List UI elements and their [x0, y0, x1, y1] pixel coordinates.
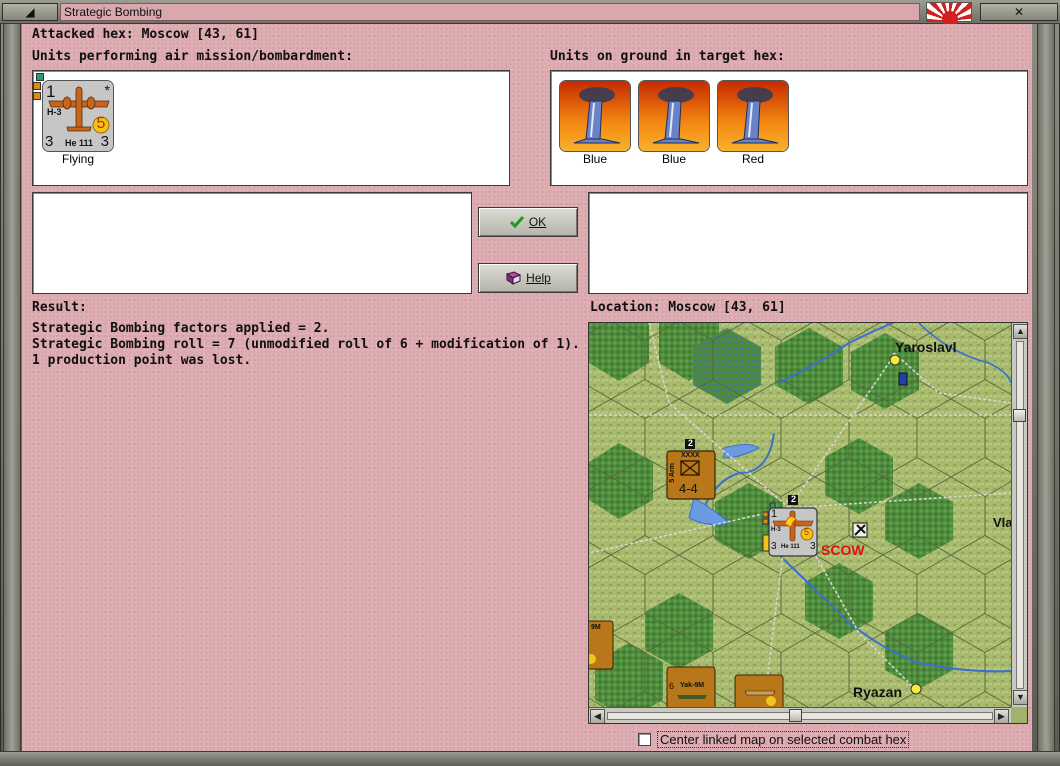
window-title: Strategic Bombing — [60, 3, 920, 21]
air-unit-counter[interactable]: 1 * H-3 5 3 3 He 111 — [42, 80, 114, 152]
left-frame-rail[interactable] — [3, 24, 21, 751]
unit-type: He 111 — [64, 138, 94, 148]
air-units-panel[interactable]: 1 * H-3 5 3 3 He 111 Flying — [32, 70, 510, 186]
attacked-hex-label: Attacked hex: Moscow [43, 61] — [32, 27, 259, 42]
ground-units-label: Units on ground in target hex: — [550, 49, 785, 64]
ok-button-label: OK — [528, 215, 547, 229]
help-button[interactable]: Help — [478, 263, 578, 293]
bomber-left-value: 3 — [771, 541, 777, 552]
bomber-right-value: 3 — [810, 541, 816, 552]
ground-units-panel[interactable]: Blue Blue Red — [550, 70, 1028, 186]
factory-icon — [639, 81, 709, 151]
right-frame-rail[interactable] — [1037, 24, 1055, 751]
result-line: Strategic Bombing roll = 7 (unmodified r… — [32, 337, 580, 352]
ok-button[interactable]: OK — [478, 207, 578, 237]
minimize-button[interactable]: ◢ — [2, 3, 58, 21]
dialog-client-area: Attacked hex: Moscow [43, 61] Units perf… — [22, 24, 1032, 751]
result-text: Strategic Bombing factors applied = 2. S… — [32, 321, 592, 369]
city-label: Ryazan — [853, 684, 903, 700]
capital-city-label: SCOW — [821, 542, 865, 558]
title-bar: ◢ Strategic Bombing ✕ — [0, 0, 1060, 27]
hex-map — [589, 323, 1012, 719]
center-map-checkbox[interactable] — [638, 732, 651, 746]
bomber-type: He 111 — [781, 544, 800, 550]
scroll-up-arrow-icon[interactable]: ▲ — [1013, 324, 1027, 339]
bomber-first-value: 1 — [771, 508, 778, 520]
horizontal-scroll-thumb[interactable] — [789, 709, 802, 722]
vertical-scroll-track[interactable] — [1016, 341, 1024, 689]
ground-unit-label: Blue — [661, 152, 687, 166]
ground-unit-counter[interactable] — [717, 80, 789, 152]
fighter-type: Yak-9M — [680, 682, 705, 689]
ground-unit-label: Blue — [582, 152, 608, 166]
city-label: Vla — [993, 515, 1013, 530]
ground-unit-counter[interactable] — [559, 80, 631, 152]
unit-top-value: 1 — [46, 82, 56, 101]
checkmark-icon — [509, 216, 524, 228]
unit-circle-value: 5 — [96, 115, 106, 132]
bomber-circle-value: 5 — [804, 527, 810, 537]
factory-icon — [560, 81, 630, 151]
scroll-down-arrow-icon[interactable]: ▼ — [1013, 690, 1027, 705]
location-label: Location: Moscow [43, 61] — [590, 300, 786, 315]
ground-unit-label: Red — [741, 152, 764, 166]
factory-icon — [718, 81, 788, 151]
ground-unit-counter[interactable] — [638, 80, 710, 152]
status-marker-icon — [36, 73, 44, 81]
help-button-label: Help — [526, 271, 551, 285]
attacker-details-panel[interactable] — [32, 192, 472, 294]
center-map-label[interactable]: Center linked map on selected combat hex — [657, 730, 910, 748]
fighter-counter[interactable] — [734, 674, 784, 712]
minimize-icon: ◢ — [25, 5, 35, 19]
map-horizontal-scrollbar[interactable]: ◀ ▶ — [589, 707, 1011, 723]
defender-details-panel[interactable] — [588, 192, 1028, 294]
location-map[interactable]: Yaroslavl Vla Ryazan SCOW 2 XXXX 5 Arm 4… — [588, 322, 1028, 724]
air-unit-status: Flying — [61, 152, 94, 166]
city-label: Yaroslavl — [895, 339, 957, 355]
army-strength: 4-4 — [679, 481, 698, 496]
unit-code: H-3 — [47, 107, 62, 117]
fighter-type: 9M — [591, 624, 601, 631]
bomber-code: H-3 — [771, 527, 781, 533]
vertical-scroll-thumb[interactable] — [1013, 409, 1026, 422]
rising-sun-flag-icon — [926, 2, 972, 27]
map-vertical-scrollbar[interactable]: ▲ ▼ — [1011, 323, 1027, 707]
fighter-value: 6 — [669, 681, 675, 691]
army-stack-count: 2 — [688, 438, 694, 448]
result-line: 1 production point was lost. — [32, 353, 252, 368]
close-icon: ✕ — [1013, 5, 1025, 19]
close-button[interactable]: ✕ — [980, 3, 1058, 21]
result-label: Result: — [32, 300, 87, 315]
air-units-label: Units performing air mission/bombardment… — [32, 49, 353, 64]
center-map-option[interactable]: Center linked map on selected combat hex — [638, 730, 910, 748]
bottom-frame-rail[interactable] — [0, 751, 1060, 766]
unit-star: * — [104, 82, 110, 98]
result-line: Strategic Bombing factors applied = 2. — [32, 321, 330, 336]
scroll-left-arrow-icon[interactable]: ◀ — [590, 709, 605, 723]
status-marker-icon — [33, 92, 41, 100]
army-name: 5 Arm — [669, 463, 676, 483]
bomber-stack-count: 2 — [791, 494, 797, 504]
scroll-right-arrow-icon[interactable]: ▶ — [994, 709, 1009, 723]
army-size: XXXX — [681, 452, 700, 459]
help-book-icon — [505, 271, 522, 285]
status-marker-icon — [33, 82, 41, 90]
